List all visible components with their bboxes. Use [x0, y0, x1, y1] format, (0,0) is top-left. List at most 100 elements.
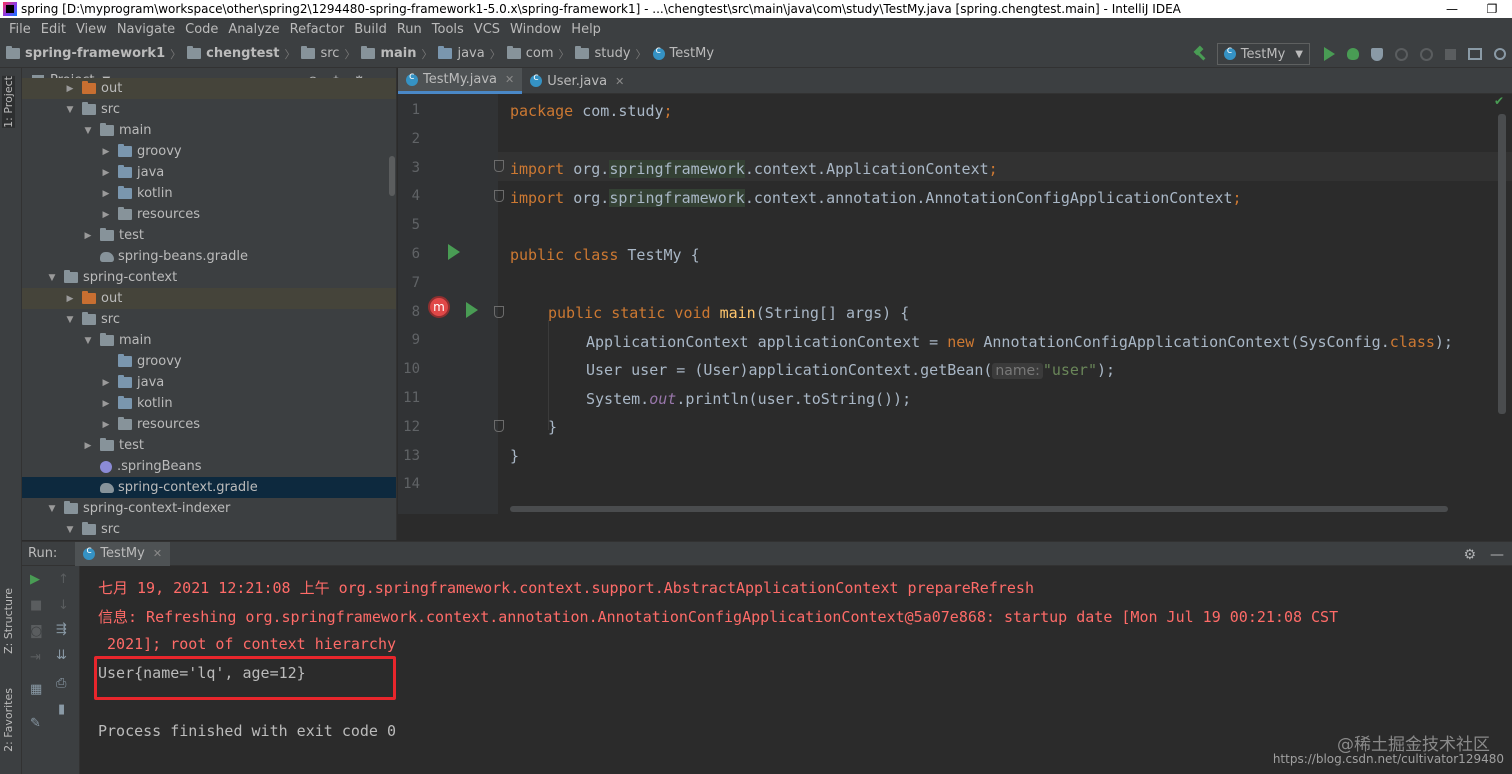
layout-icon[interactable]: ▦: [30, 682, 42, 697]
gear-icon[interactable]: ⚙: [1463, 547, 1476, 563]
editor-horizontal-scrollbar[interactable]: [510, 506, 1448, 512]
fold-icon[interactable]: [494, 306, 504, 318]
tree-item[interactable]: spring-context.gradle: [22, 477, 396, 498]
tab-favorites[interactable]: 2: Favorites: [2, 688, 15, 752]
tree-item[interactable]: ▼ src: [22, 309, 396, 330]
menu-help[interactable]: Help: [566, 22, 606, 37]
chevron-right-icon[interactable]: ▶: [100, 189, 112, 199]
breadcrumb-main[interactable]: main 〉: [355, 46, 432, 62]
chevron-right-icon[interactable]: ▶: [64, 84, 76, 94]
debug-icon[interactable]: [1347, 48, 1359, 60]
chevron-down-icon[interactable]: ▼: [64, 105, 76, 115]
breadcrumb-src[interactable]: src 〉: [295, 46, 355, 62]
breadcrumb-module[interactable]: chengtest 〉: [181, 46, 295, 62]
chevron-right-icon[interactable]: ▶: [64, 294, 76, 304]
tree-item[interactable]: ▶ resources: [22, 414, 396, 435]
code-editor[interactable]: 1 2 3 4 5 6 7 8 9 10 11 12 13 14 m package com.study;…: [398, 94, 1512, 540]
chevron-down-icon[interactable]: ▼: [46, 504, 58, 514]
run-main-icon[interactable]: [466, 302, 478, 318]
chevron-right-icon[interactable]: ▶: [100, 168, 112, 178]
restore-button[interactable]: ❐: [1472, 0, 1512, 18]
tree-item[interactable]: ▼ src: [22, 99, 396, 120]
tree-item[interactable]: ▶ kotlin: [22, 393, 396, 414]
pin-icon[interactable]: ✎: [30, 716, 41, 731]
project-scrollbar[interactable]: [389, 156, 395, 196]
tree-item[interactable]: ▶ kotlin: [22, 183, 396, 204]
tree-item[interactable]: ▼ main: [22, 330, 396, 351]
tree-item[interactable]: ▶ resources: [22, 204, 396, 225]
spring-bean-icon[interactable]: m: [428, 296, 450, 318]
menu-edit[interactable]: Edit: [36, 22, 71, 37]
chevron-right-icon[interactable]: ▶: [82, 231, 94, 241]
menu-analyze[interactable]: Analyze: [223, 22, 284, 37]
tree-item[interactable]: ▶ groovy: [22, 141, 396, 162]
close-icon[interactable]: ✕: [505, 73, 514, 86]
breadcrumb-project[interactable]: spring-framework1 〉: [0, 46, 181, 62]
breadcrumb-class[interactable]: TestMy: [647, 45, 714, 61]
trash-icon[interactable]: ▮: [58, 702, 65, 717]
project-structure-icon[interactable]: [1468, 48, 1482, 60]
menu-code[interactable]: Code: [180, 22, 223, 37]
run-icon[interactable]: [1324, 47, 1335, 61]
run-class-icon[interactable]: [448, 244, 460, 260]
menu-file[interactable]: File: [4, 22, 36, 37]
chevron-right-icon[interactable]: ▶: [100, 399, 112, 409]
tree-item[interactable]: ▼ main: [22, 120, 396, 141]
tree-item[interactable]: ▶ test: [22, 225, 396, 246]
chevron-right-icon[interactable]: ▶: [100, 378, 112, 388]
attach-icon[interactable]: [1420, 47, 1433, 61]
menu-vcs[interactable]: VCS: [469, 22, 505, 37]
stop-icon[interactable]: [1445, 48, 1456, 60]
tab-structure[interactable]: Z: Structure: [2, 588, 15, 654]
rerun-icon[interactable]: ▶: [30, 572, 40, 587]
tree-item[interactable]: ▶ test: [22, 435, 396, 456]
chevron-down-icon[interactable]: ▼: [46, 273, 58, 283]
exit-icon[interactable]: ⇥: [30, 650, 41, 665]
tab-project[interactable]: 1: Project: [2, 76, 15, 128]
tree-item[interactable]: ▶ out: [22, 78, 396, 99]
tab-user-java[interactable]: User.java ✕: [522, 68, 632, 94]
menu-view[interactable]: View: [71, 22, 112, 37]
breadcrumb-java[interactable]: java 〉: [432, 46, 501, 62]
menu-navigate[interactable]: Navigate: [112, 22, 180, 37]
stop-icon[interactable]: ■: [30, 598, 42, 613]
menu-build[interactable]: Build: [349, 22, 392, 37]
chevron-right-icon[interactable]: ▶: [100, 147, 112, 157]
run-tab-testmy[interactable]: TestMy ✕: [75, 541, 171, 566]
chevron-down-icon[interactable]: ▼: [64, 525, 76, 535]
menu-window[interactable]: Window: [505, 22, 566, 37]
profile-icon[interactable]: [1395, 47, 1408, 61]
tree-item[interactable]: ▶ java: [22, 372, 396, 393]
soft-wrap-icon[interactable]: ⇶: [56, 622, 67, 637]
breadcrumb-study[interactable]: study 〉: [569, 46, 647, 62]
down-arrow-icon[interactable]: ↓: [58, 598, 69, 613]
chevron-right-icon[interactable]: ▶: [82, 441, 94, 451]
chevron-right-icon[interactable]: ▶: [100, 420, 112, 430]
chevron-down-icon[interactable]: ▼: [82, 336, 94, 346]
fold-icon[interactable]: [494, 420, 504, 432]
tree-item[interactable]: .springBeans: [22, 456, 396, 477]
menu-tools[interactable]: Tools: [427, 22, 469, 37]
up-arrow-icon[interactable]: ↑: [58, 572, 69, 587]
tree-item[interactable]: groovy: [22, 351, 396, 372]
tab-testmy-java[interactable]: TestMy.java ✕: [398, 68, 523, 94]
menu-run[interactable]: Run: [392, 22, 427, 37]
print-icon[interactable]: ⎙: [56, 676, 66, 691]
tree-item[interactable]: ▼ src: [22, 519, 396, 540]
hide-icon[interactable]: —: [1490, 547, 1504, 563]
chevron-right-icon[interactable]: ▶: [100, 210, 112, 220]
console-output[interactable]: 七月 19, 2021 12:21:08 上午 org.springframew…: [80, 566, 1512, 774]
minimize-button[interactable]: —: [1432, 0, 1472, 18]
tree-item[interactable]: ▶ out: [22, 288, 396, 309]
fold-icon[interactable]: [494, 190, 504, 202]
menu-refactor[interactable]: Refactor: [285, 22, 350, 37]
scroll-to-end-icon[interactable]: ⇊: [56, 648, 67, 663]
camera-icon[interactable]: ◙: [30, 624, 43, 639]
breadcrumb-com[interactable]: com 〉: [501, 46, 569, 62]
close-icon[interactable]: ✕: [153, 547, 162, 560]
close-icon[interactable]: ✕: [615, 75, 624, 88]
run-config-dropdown[interactable]: TestMy ▼: [1216, 43, 1310, 65]
editor-vertical-scrollbar[interactable]: [1498, 114, 1506, 414]
fold-icon[interactable]: [494, 160, 504, 172]
chevron-down-icon[interactable]: ▼: [82, 126, 94, 136]
